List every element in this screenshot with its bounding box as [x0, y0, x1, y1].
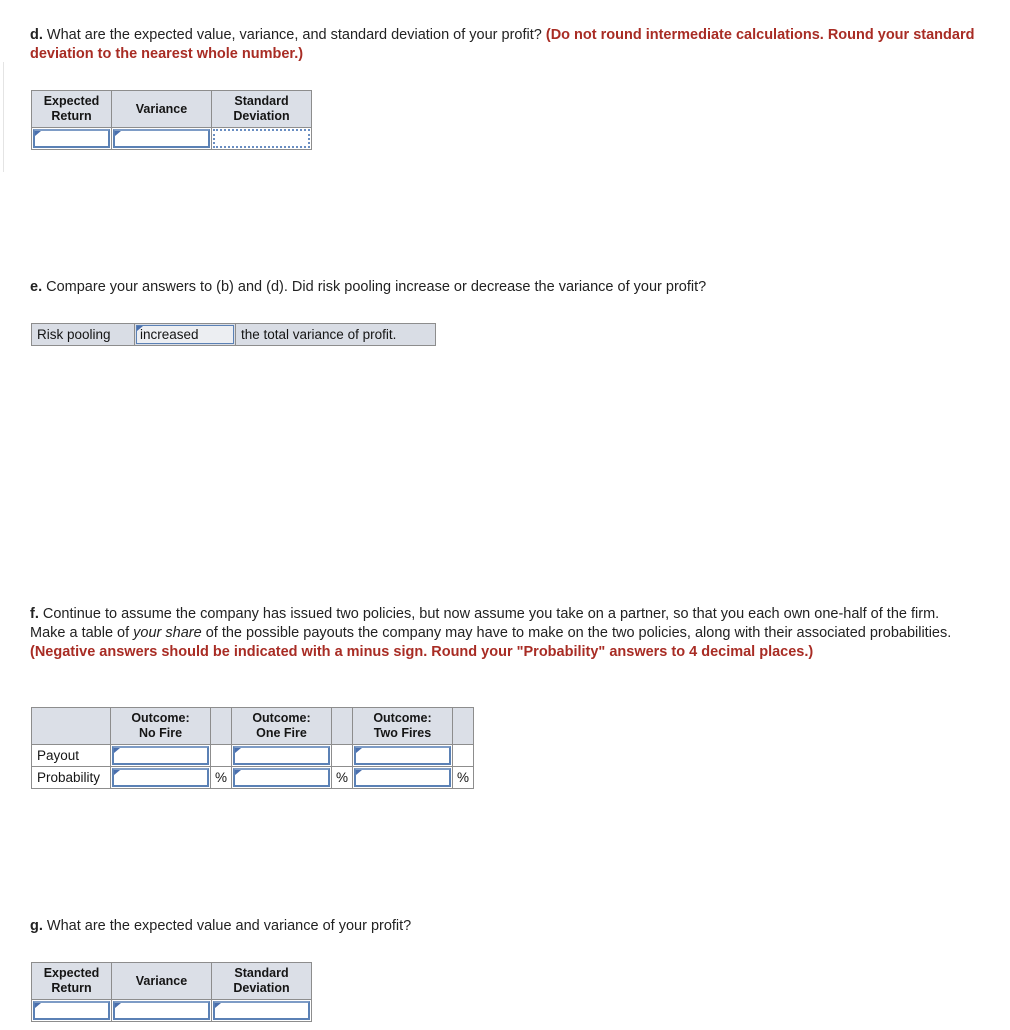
input-expected-return[interactable]: [33, 129, 110, 148]
label-risk-pooling: Risk pooling: [31, 323, 135, 346]
cell-probability-no-fire: [110, 766, 211, 789]
header-line-1: Standard: [234, 966, 289, 980]
unit-probability-one-fire: %: [331, 766, 353, 789]
header-standard-deviation: Standard Deviation: [211, 90, 312, 128]
input-variance[interactable]: [113, 1001, 210, 1020]
header-line-1: Variance: [135, 101, 188, 116]
header-line-2: Two Fires: [373, 726, 432, 740]
table-row-header: Outcome: No Fire Outcome: One Fire Outco…: [31, 707, 474, 745]
question-e-label: e.: [30, 279, 43, 295]
input-expected-return[interactable]: [33, 1001, 110, 1020]
cell-risk-pooling-dropdown: increased: [134, 323, 236, 346]
input-variance[interactable]: [113, 129, 210, 148]
cell-expected-return: [31, 127, 112, 150]
question-e-body: Compare your answers to (b) and (d). Did…: [42, 279, 707, 295]
header-variance: Variance: [111, 962, 212, 1000]
table-expected-return-d: Expected Return Variance Standard Deviat…: [31, 90, 312, 150]
question-d-label: d.: [30, 27, 43, 43]
header-line-1: Expected: [43, 94, 100, 108]
input-probability-no-fire[interactable]: [112, 768, 209, 787]
cell-standard-deviation: [211, 999, 312, 1022]
cell-probability-two-fires: [352, 766, 453, 789]
unit-payout-two-fires: [452, 744, 474, 767]
header-line-2: One Fire: [256, 726, 307, 740]
cell-variance: [111, 999, 212, 1022]
header-spacer-1: [210, 707, 232, 745]
question-d-text: d. What are the expected value, variance…: [30, 26, 978, 64]
cell-standard-deviation: [211, 127, 312, 150]
question-f-label: f.: [30, 606, 39, 622]
table-row-probability: Probability % % %: [31, 766, 474, 789]
question-d-body: What are the expected value, variance, a…: [42, 27, 546, 43]
table-row-header: Expected Return Variance Standard Deviat…: [31, 962, 312, 1000]
table-expected-return-g: Expected Return Variance Standard Deviat…: [31, 962, 312, 1022]
cell-payout-two-fires: [352, 744, 453, 767]
cell-expected-return: [31, 999, 112, 1022]
header-outcome-one-fire: Outcome: One Fire: [231, 707, 332, 745]
header-line-1: Outcome:: [252, 711, 311, 725]
dropdown-risk-pooling[interactable]: increased: [136, 325, 234, 344]
header-outcome-two-fires: Outcome: Two Fires: [352, 707, 453, 745]
question-e-text: e. Compare your answers to (b) and (d). …: [30, 278, 978, 297]
header-line-2: Return: [51, 981, 92, 995]
input-payout-no-fire[interactable]: [112, 746, 209, 765]
input-standard-deviation[interactable]: [213, 129, 310, 148]
header-line-1: Variance: [135, 973, 188, 988]
header-corner: [31, 707, 111, 745]
unit-payout-one-fire: [331, 744, 353, 767]
label-variance-suffix: the total variance of profit.: [235, 323, 436, 346]
cell-variance: [111, 127, 212, 150]
row-label-probability: Probability: [31, 766, 111, 789]
table-row-inputs: [31, 127, 312, 150]
unit-probability-no-fire: %: [210, 766, 232, 789]
header-outcome-no-fire: Outcome: No Fire: [110, 707, 211, 745]
question-f-emphasis: (Negative answers should be indicated wi…: [30, 644, 814, 660]
table-row-payout: Payout: [31, 744, 474, 767]
input-payout-one-fire[interactable]: [233, 746, 330, 765]
header-expected-return: Expected Return: [31, 90, 112, 128]
table-row-header: Expected Return Variance Standard Deviat…: [31, 90, 312, 128]
cell-payout-no-fire: [110, 744, 211, 767]
header-spacer-3: [452, 707, 474, 745]
header-expected-return: Expected Return: [31, 962, 112, 1000]
input-probability-two-fires[interactable]: [354, 768, 451, 787]
page-left-edge-rule: [3, 62, 4, 172]
question-f-body-2: of the possible payouts the company may …: [201, 625, 952, 641]
question-g-body: What are the expected value and variance…: [42, 918, 412, 934]
question-g-label: g.: [30, 918, 43, 934]
table-row-inputs: [31, 999, 312, 1022]
cell-payout-one-fire: [231, 744, 332, 767]
header-variance: Variance: [111, 90, 212, 128]
input-probability-one-fire[interactable]: [233, 768, 330, 787]
table-row: Risk pooling increased the total varianc…: [31, 323, 436, 346]
header-line-2: Deviation: [233, 981, 290, 995]
table-risk-pooling-answer: Risk pooling increased the total varianc…: [31, 323, 436, 346]
question-f-text: f. Continue to assume the company has is…: [30, 605, 960, 662]
header-line-2: No Fire: [138, 726, 183, 740]
header-line-1: Expected: [43, 966, 100, 980]
header-line-2: Deviation: [233, 109, 290, 123]
table-payout-probability-f: Outcome: No Fire Outcome: One Fire Outco…: [31, 707, 474, 789]
header-standard-deviation: Standard Deviation: [211, 962, 312, 1000]
row-label-payout: Payout: [31, 744, 111, 767]
header-line-1: Outcome:: [373, 711, 432, 725]
header-line-2: Return: [51, 109, 92, 123]
header-line-1: Outcome:: [131, 711, 190, 725]
unit-probability-two-fires: %: [452, 766, 474, 789]
unit-payout-no-fire: [210, 744, 232, 767]
header-line-1: Standard: [234, 94, 289, 108]
question-g-text: g. What are the expected value and varia…: [30, 917, 978, 936]
input-payout-two-fires[interactable]: [354, 746, 451, 765]
input-standard-deviation[interactable]: [213, 1001, 310, 1020]
header-spacer-2: [331, 707, 353, 745]
cell-probability-one-fire: [231, 766, 332, 789]
question-f-body-italic: your share: [133, 625, 202, 641]
